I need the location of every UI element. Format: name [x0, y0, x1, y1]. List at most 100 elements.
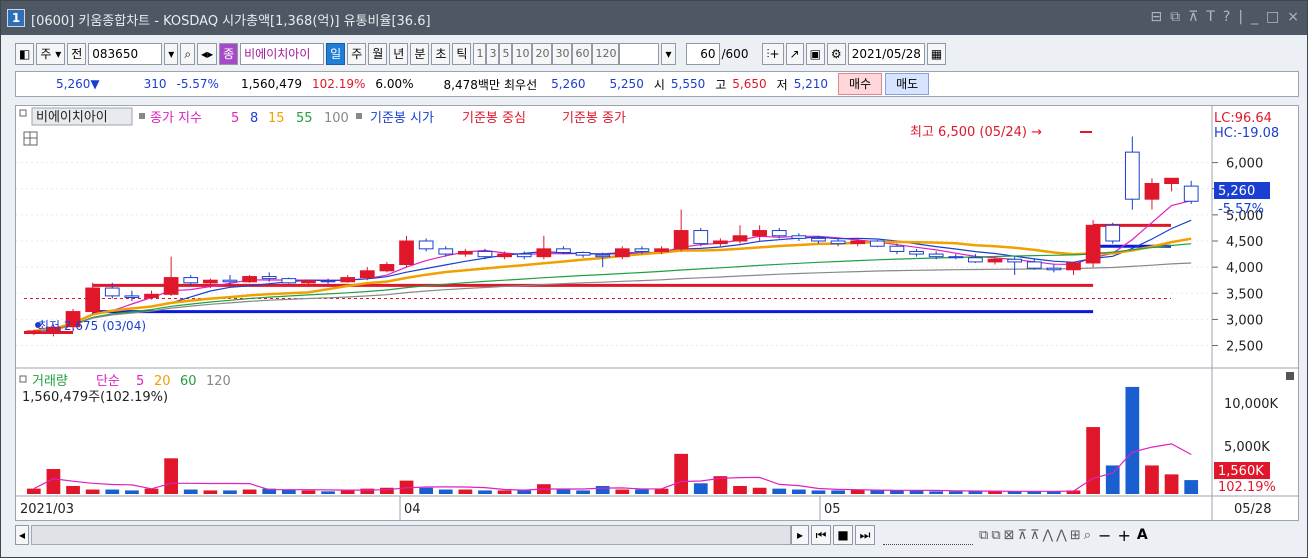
- candle-body: [909, 250, 924, 255]
- legend-ma-55: 55: [296, 111, 313, 126]
- date-input[interactable]: 2021/05/28: [847, 43, 925, 65]
- stop-icon[interactable]: ■: [833, 525, 854, 545]
- volume-bar: [125, 490, 139, 494]
- search-icon[interactable]: ⌕: [180, 43, 196, 65]
- save-icon[interactable]: ▣: [805, 43, 825, 65]
- trade-amount: 8,478백만: [443, 77, 500, 92]
- price-chart[interactable]: 비에이치아이 종가 지수 5 8 15 55 100 기준봉 시가 기준봉 중심…: [16, 106, 1298, 520]
- low-label: 저: [776, 77, 788, 92]
- calendar-icon[interactable]: ▦: [926, 43, 947, 65]
- first-page-icon[interactable]: ⏮: [811, 525, 832, 545]
- interval-30[interactable]: 30: [552, 43, 573, 65]
- candle-body: [948, 256, 964, 259]
- layout-icon[interactable]: ⊟: [1150, 9, 1162, 25]
- chart-tools-icons[interactable]: ⧉⧉⊠⊼⊼⋀⋀⊞⌕: [979, 528, 1094, 543]
- window-number-badge[interactable]: 1: [7, 9, 25, 27]
- interval-120[interactable]: 120: [592, 43, 620, 65]
- interval-3[interactable]: 3: [486, 43, 500, 65]
- close-icon[interactable]: ×: [1287, 9, 1299, 25]
- candle-body: [1144, 183, 1160, 200]
- interval-dropdown-icon[interactable]: ▾: [661, 43, 676, 65]
- stock-code-input[interactable]: 083650: [88, 43, 163, 65]
- code-dropdown-icon[interactable]: ▾: [164, 43, 179, 65]
- period-day[interactable]: 일: [326, 43, 346, 65]
- candle-body: [987, 258, 1003, 263]
- zoom-out-icon[interactable]: −: [1098, 526, 1111, 545]
- volume-bar: [144, 488, 159, 494]
- zoom-slider[interactable]: [883, 525, 974, 545]
- volume-bar: [674, 453, 689, 494]
- period-week[interactable]: 주: [347, 43, 367, 65]
- volume-tick-5000k: 5,000K: [1224, 440, 1270, 455]
- volume-ma-120: 120: [206, 374, 231, 389]
- font-icon[interactable]: T: [1206, 9, 1215, 25]
- open-label: 시: [653, 77, 665, 92]
- period-month[interactable]: 월: [368, 43, 388, 65]
- volume-bar: [1086, 427, 1100, 494]
- duplicate-icon[interactable]: ⧉: [1170, 9, 1180, 25]
- jong-button[interactable]: 종: [219, 43, 239, 65]
- volume-bar: [340, 490, 355, 494]
- period-second[interactable]: 초: [431, 43, 451, 65]
- buy-button[interactable]: 매수: [838, 73, 883, 95]
- period-year[interactable]: 년: [389, 43, 409, 65]
- candle-body: [713, 240, 728, 245]
- font-size-icon[interactable]: A: [1137, 527, 1148, 543]
- chart-window: 1 [0600] 키움종합차트 - KOSDAQ 시가총액[1,368(억)] …: [0, 0, 1308, 558]
- candle-body: [752, 230, 767, 237]
- volume-bar: [635, 489, 649, 494]
- gear-icon[interactable]: ⚙: [826, 43, 846, 65]
- scroll-right-icon[interactable]: ▸: [791, 525, 810, 545]
- chart-area[interactable]: 비에이치아이 종가 지수 5 8 15 55 100 기준봉 시가 기준봉 중심…: [15, 105, 1299, 521]
- low-price: 5,210: [793, 77, 829, 91]
- candle-body: [399, 240, 414, 266]
- legend-ma-title: 종가 지수: [150, 111, 202, 126]
- volume-bar: [968, 491, 983, 494]
- scrollbar-track[interactable]: [31, 525, 792, 545]
- maximize-icon[interactable]: □: [1266, 9, 1279, 25]
- volume-bar: [811, 490, 826, 494]
- candle-body: [673, 230, 689, 250]
- candle-body: [202, 279, 218, 284]
- candle-body: [1105, 224, 1121, 242]
- candle-body: [869, 240, 885, 247]
- interval-20[interactable]: 20: [532, 43, 553, 65]
- indicator-icon[interactable]: ⫶+: [762, 43, 784, 65]
- period-minute[interactable]: 분: [410, 43, 430, 65]
- zoom-in-icon[interactable]: +: [1117, 526, 1130, 545]
- sell-button[interactable]: 매도: [885, 73, 930, 95]
- candle-body: [281, 278, 297, 284]
- current-pct-tag-text: -5.57%: [1218, 202, 1264, 217]
- draw-tool-icon[interactable]: ↗: [785, 43, 804, 65]
- high-annotation: 최고 6,500 (05/24) →: [910, 125, 1042, 140]
- help-icon[interactable]: ?: [1223, 9, 1230, 25]
- volume-ma-5: 5: [136, 374, 144, 389]
- scroll-left-icon[interactable]: ◂: [15, 525, 30, 545]
- market-select[interactable]: 주 ▾: [36, 43, 66, 65]
- custom-interval-input[interactable]: [619, 43, 660, 65]
- minimize-icon[interactable]: _: [1251, 9, 1258, 25]
- pin-icon[interactable]: ⊼: [1188, 9, 1198, 25]
- interval-10[interactable]: 10: [512, 43, 533, 65]
- legend-ma-15: 15: [268, 111, 285, 126]
- interval-60[interactable]: 60: [572, 43, 593, 65]
- sound-icon[interactable]: ◂▸: [197, 43, 218, 65]
- base-legend-bullet-icon: [356, 113, 362, 119]
- count-input[interactable]: 60: [685, 43, 720, 65]
- volume-bar: [654, 488, 669, 494]
- separator: |: [1238, 9, 1244, 25]
- volume-bar: [831, 490, 845, 494]
- prev-button[interactable]: 전: [67, 43, 87, 65]
- interval-5[interactable]: 5: [499, 43, 513, 65]
- panel-toggle-icon[interactable]: ◧: [15, 43, 35, 65]
- open-price: 5,550: [670, 77, 706, 91]
- legend-base-open: 기준봉 시가: [370, 111, 434, 126]
- candle-body: [575, 252, 591, 256]
- volume-bar: [909, 490, 924, 494]
- interval-1[interactable]: 1: [473, 43, 487, 65]
- current-volume-pct: 102.19%: [1218, 480, 1276, 495]
- period-tick[interactable]: 틱: [452, 43, 472, 65]
- volume-bar: [66, 485, 80, 494]
- panel-maximize-icon[interactable]: [1286, 372, 1294, 380]
- last-page-icon[interactable]: ⏭: [855, 525, 876, 545]
